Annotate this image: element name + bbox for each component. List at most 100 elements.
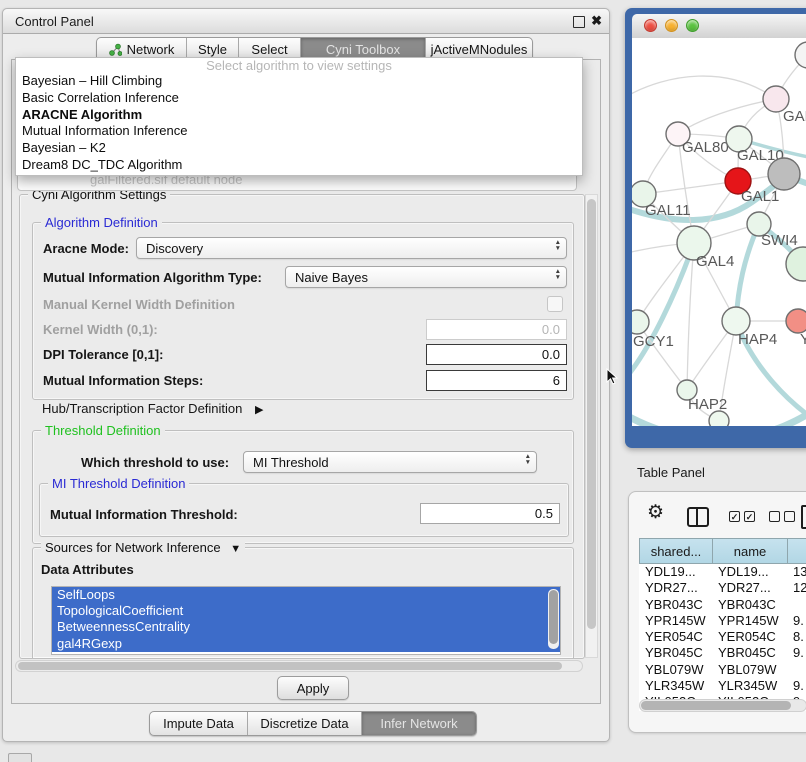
table-row[interactable]: YPR145W YPR145W 9. [639, 613, 806, 629]
algorithm-option[interactable]: Mutual Information Inference [16, 123, 582, 140]
collapsed-panel-button[interactable] [8, 753, 32, 762]
hub-definition-label: Hub/Transcription Factor Definition [42, 401, 242, 416]
algorithm-option[interactable]: Dream8 DC_TDC Algorithm [16, 157, 582, 174]
deselect-all-checks-icon[interactable] [769, 511, 795, 522]
apply-button[interactable]: Apply [277, 676, 349, 700]
tab-infer-network[interactable]: Infer Network [362, 712, 476, 735]
table-row[interactable]: YER054C YER054C 8. [639, 629, 806, 645]
cell-name[interactable]: YBR045C [712, 645, 787, 661]
cell-name[interactable]: YLR345W [712, 678, 787, 694]
cell-shared-name[interactable]: YER054C [639, 629, 712, 645]
mi-threshold-group-title: MI Threshold Definition [48, 476, 189, 491]
tab-discretize-data[interactable]: Discretize Data [248, 712, 362, 735]
threshold-definition-group: Threshold Definition Which threshold to … [32, 430, 574, 544]
zoom-traffic-light[interactable] [686, 19, 699, 32]
export-table-icon[interactable] [801, 505, 806, 529]
tab-impute-data[interactable]: Impute Data [150, 712, 248, 735]
cell-value[interactable]: 13 [787, 564, 806, 580]
network-node[interactable] [709, 411, 729, 426]
table-body: YDL19... YDL19... 13 YDR27... YDR27... 1… [639, 564, 806, 711]
network-node-y[interactable] [786, 309, 806, 333]
cell-value[interactable] [787, 597, 806, 613]
table-row[interactable]: YBR043C YBR043C [639, 597, 806, 613]
algorithm-option[interactable]: Bayesian – K2 [16, 140, 582, 157]
table-horizontal-scrollbar[interactable] [639, 699, 806, 712]
cell-name[interactable]: YDR27... [712, 580, 787, 596]
which-threshold-label: Which threshold to use: [81, 455, 229, 470]
sources-group-title[interactable]: Sources for Network Inference ▼ [41, 540, 245, 555]
cell-shared-name[interactable]: YBL079W [639, 662, 712, 678]
cell-name[interactable]: YBR043C [712, 597, 787, 613]
column-header-clipped[interactable] [788, 539, 806, 563]
table-row[interactable]: YBR045C YBR045C 9. [639, 645, 806, 661]
dpi-tolerance-label: DPI Tolerance [0,1]: [43, 347, 163, 362]
minimize-traffic-light[interactable] [665, 19, 678, 32]
network-node-gcy1[interactable] [632, 310, 649, 334]
network-node-label: HAP4 [738, 331, 777, 348]
cell-name[interactable]: YPR145W [712, 613, 787, 629]
threshold-definition-title: Threshold Definition [41, 423, 165, 438]
cell-shared-name[interactable]: YDR27... [639, 580, 712, 596]
cell-value[interactable]: 9. [787, 678, 806, 694]
dpi-tolerance-field[interactable]: 0.0 [426, 344, 567, 365]
data-attributes-label: Data Attributes [41, 562, 134, 577]
algorithm-option[interactable]: Bayesian – Hill Climbing [16, 73, 582, 90]
aracne-mode-label: Aracne Mode: [43, 241, 129, 256]
cell-value[interactable]: 9. [787, 613, 806, 629]
network-node[interactable] [768, 158, 800, 190]
algorithm-option[interactable]: Basic Correlation Inference [16, 90, 582, 107]
cell-value[interactable]: 8. [787, 629, 806, 645]
settings-horizontal-scrollbar[interactable] [15, 660, 583, 672]
attribute-item[interactable]: SelfLoops [52, 587, 560, 603]
network-node[interactable] [795, 42, 806, 68]
aracne-mode-value: Discovery [146, 241, 203, 256]
algorithm-select-placeholder: Select algorithm to view settings [16, 58, 582, 73]
cell-value[interactable]: 12 [787, 580, 806, 596]
cell-shared-name[interactable]: YPR145W [639, 613, 712, 629]
table-row[interactable]: YDL19... YDL19... 13 [639, 564, 806, 580]
table-row[interactable]: YDR27... YDR27... 12 [639, 580, 806, 596]
manual-kernel-width-checkbox[interactable] [547, 296, 563, 312]
cell-shared-name[interactable]: YBR045C [639, 645, 712, 661]
column-header-name[interactable]: name [713, 539, 788, 563]
mi-algorithm-type-label: Mutual Information Algorithm Type: [43, 270, 262, 285]
tab-discretize-data-label: Discretize Data [260, 716, 348, 731]
cell-shared-name[interactable]: YBR043C [639, 597, 712, 613]
table-row[interactable]: YBL079W YBL079W [639, 662, 806, 678]
expanded-arrow-icon: ▼ [230, 543, 241, 555]
which-threshold-combobox[interactable]: MI Threshold ▲▼ [243, 451, 537, 473]
network-node-label: GAL [783, 108, 806, 125]
cell-name[interactable]: YDL19... [712, 564, 787, 580]
attributes-list-scrollbar[interactable] [548, 589, 559, 649]
columns-icon[interactable] [687, 507, 709, 527]
column-header-shared-name[interactable]: shared... [640, 539, 713, 563]
close-icon[interactable]: ✖ [591, 13, 602, 29]
aracne-mode-combobox[interactable]: Discovery ▲▼ [136, 237, 567, 259]
network-view-window: GALGAL80GAL10GAL1GAL11SWI4GAL4GCY1HAP4YH… [625, 8, 806, 448]
attribute-item[interactable]: gal4RGexp [52, 636, 560, 652]
hub-definition-toggle[interactable]: Hub/Transcription Factor Definition ▶ [42, 401, 263, 416]
cell-shared-name[interactable]: YLR345W [639, 678, 712, 694]
select-all-checks-icon[interactable]: ✓✓ [729, 511, 755, 522]
network-canvas[interactable]: GALGAL80GAL10GAL1GAL11SWI4GAL4GCY1HAP4YH… [632, 38, 806, 426]
cell-name[interactable]: YER054C [712, 629, 787, 645]
algorithm-option-highlighted[interactable]: ARACNE Algorithm [16, 107, 582, 124]
settings-vertical-scrollbar[interactable] [585, 194, 598, 658]
tab-network-label: Network [127, 42, 175, 57]
attribute-item[interactable]: TopologicalCoefficient [52, 603, 560, 619]
mi-threshold-field[interactable]: 0.5 [420, 503, 560, 524]
mi-steps-field[interactable]: 6 [426, 370, 567, 391]
kernel-width-field[interactable]: 0.0 [426, 319, 567, 340]
cell-value[interactable] [787, 662, 806, 678]
cell-shared-name[interactable]: YDL19... [639, 564, 712, 580]
network-node-label: GAL80 [682, 139, 729, 156]
cell-value[interactable]: 9. [787, 645, 806, 661]
cell-name[interactable]: YBL079W [712, 662, 787, 678]
network-icon [109, 43, 122, 56]
attribute-item[interactable]: BetweennessCentrality [52, 619, 560, 635]
gear-icon[interactable]: ⚙ [647, 502, 664, 524]
table-row[interactable]: YLR345W YLR345W 9. [639, 678, 806, 694]
float-window-icon[interactable] [573, 16, 585, 28]
mi-algorithm-type-combobox[interactable]: Naive Bayes ▲▼ [285, 266, 567, 288]
close-traffic-light[interactable] [644, 19, 657, 32]
